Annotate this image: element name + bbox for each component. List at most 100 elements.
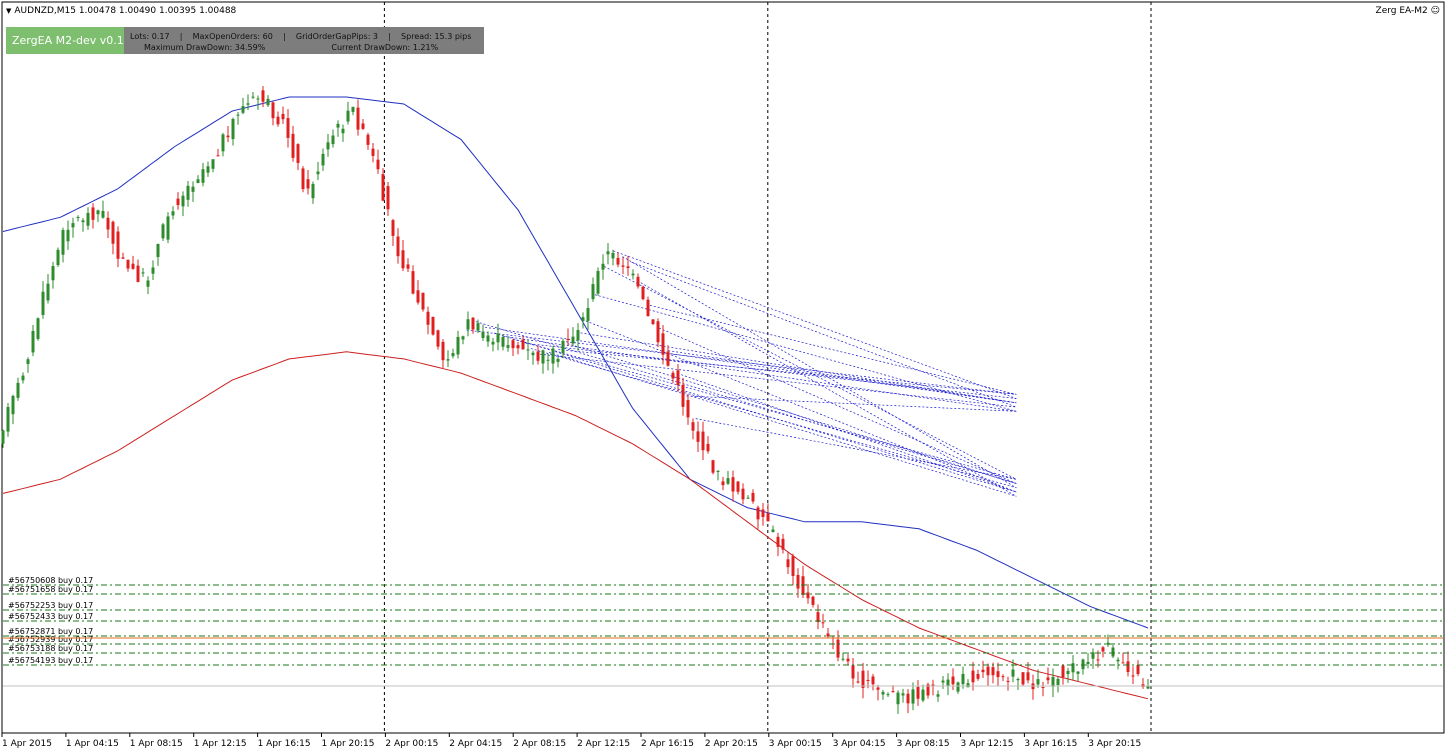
candle-body xyxy=(1056,678,1060,686)
candle-body xyxy=(861,670,865,688)
candle-body xyxy=(866,679,870,681)
candle-body xyxy=(346,110,350,122)
candle-body xyxy=(696,431,700,442)
candle-body xyxy=(791,556,795,576)
candle-body xyxy=(1131,675,1135,677)
candle-body xyxy=(106,217,110,230)
candle-body xyxy=(706,443,710,452)
candle-body xyxy=(716,470,720,472)
ea-name-label[interactable]: Zerg EA-M2 ☺ xyxy=(1376,6,1440,16)
candle-body xyxy=(616,257,620,265)
candle-body xyxy=(1101,647,1105,652)
candle-body xyxy=(1001,676,1005,678)
candle-body xyxy=(876,687,880,690)
ea-badge: ZergEA M2-dev v0.1 xyxy=(6,27,124,54)
candle-body xyxy=(911,689,915,704)
candle-body xyxy=(111,221,115,244)
candle-body xyxy=(361,123,365,129)
candle-body xyxy=(886,694,890,696)
candle-body xyxy=(1126,661,1130,673)
candle-body xyxy=(356,107,360,130)
candle-body xyxy=(486,335,490,342)
candle-body xyxy=(726,478,730,484)
price-chart[interactable]: #56750608 buy 0.17#56751658 buy 0.17 #567… xyxy=(0,0,1446,754)
candle-body xyxy=(11,395,15,415)
candle-body xyxy=(1021,672,1025,685)
candle-body xyxy=(116,231,120,259)
candle-body xyxy=(41,291,45,315)
candle-body xyxy=(31,330,35,353)
candle-body xyxy=(301,168,305,190)
candle-body xyxy=(386,186,390,210)
x-tick-label: 2 Apr 00:15 xyxy=(385,739,438,749)
candle-body xyxy=(416,290,420,303)
candle-body xyxy=(321,153,325,166)
candle-body xyxy=(121,257,125,259)
candle-body xyxy=(46,283,50,301)
candle-body xyxy=(36,318,40,339)
candle-body xyxy=(456,336,460,355)
candle-body xyxy=(331,135,335,145)
candle-body xyxy=(476,323,480,331)
candle-body xyxy=(506,345,510,348)
candle-body xyxy=(351,106,355,112)
candle-body xyxy=(66,229,70,242)
order-label: #56752253 buy 0.17 xyxy=(8,601,93,610)
candle-body xyxy=(721,481,725,486)
candle-body xyxy=(686,400,690,418)
candle-body xyxy=(286,118,290,138)
x-tick-label: 2 Apr 20:15 xyxy=(705,739,758,749)
x-tick-label: 1 Apr 12:15 xyxy=(194,739,247,749)
x-tick-label: 1 Apr 2015 xyxy=(2,739,52,749)
candle-body xyxy=(81,220,85,223)
candle-body xyxy=(556,358,560,362)
x-tick-label: 1 Apr 16:15 xyxy=(258,739,311,749)
candle-body xyxy=(966,683,970,688)
candle-body xyxy=(206,166,210,173)
candle-body xyxy=(1011,669,1015,677)
candle-body xyxy=(436,330,440,347)
candle-body xyxy=(141,272,145,274)
candle-body xyxy=(536,351,540,361)
collapse-triangle-icon[interactable]: ▼ xyxy=(6,7,11,15)
candle-body xyxy=(6,407,10,432)
candle-body xyxy=(996,671,1000,678)
candle-body xyxy=(136,265,140,282)
candle-body xyxy=(201,169,205,183)
candle-body xyxy=(631,273,635,276)
candle-body xyxy=(1121,662,1125,664)
candle-body xyxy=(1061,665,1065,677)
x-tick-label: 3 Apr 08:15 xyxy=(897,739,950,749)
candle-body xyxy=(661,333,665,355)
candle-body xyxy=(761,509,765,518)
candle-body xyxy=(261,90,265,102)
candle-body xyxy=(271,102,275,119)
candle-body xyxy=(1146,686,1150,689)
candle-body xyxy=(981,669,985,673)
candle-body xyxy=(1076,671,1080,674)
candle-body xyxy=(711,460,715,473)
candle-body xyxy=(1,430,5,444)
candle-body xyxy=(391,220,395,236)
candle-body xyxy=(1036,679,1040,685)
candle-body xyxy=(946,679,950,686)
candle-body xyxy=(156,243,160,258)
x-tick-label: 3 Apr 12:15 xyxy=(961,739,1014,749)
candle-body xyxy=(241,106,245,113)
candle-body xyxy=(256,98,260,100)
candle-body xyxy=(796,574,800,589)
candle-body xyxy=(281,113,285,120)
candle-body xyxy=(61,229,65,255)
symbol-header[interactable]: ▼ AUDNZD,M15 1.00478 1.00490 1.00395 1.00… xyxy=(6,6,236,16)
x-tick-label: 1 Apr 20:15 xyxy=(322,739,375,749)
candle-body xyxy=(1096,659,1100,661)
candle-body xyxy=(246,103,250,105)
candle-body xyxy=(76,217,80,219)
candle-body xyxy=(606,251,610,255)
candle-body xyxy=(786,559,790,568)
order-label: #56754193 buy 0.17 xyxy=(8,656,93,665)
order-label: #56752433 buy 0.17 xyxy=(8,612,93,621)
candle-body xyxy=(426,311,430,325)
ea-stats-line2: Maximum DrawDown: 34.59% Current DrawDow… xyxy=(144,43,439,52)
candle-body xyxy=(891,691,895,693)
